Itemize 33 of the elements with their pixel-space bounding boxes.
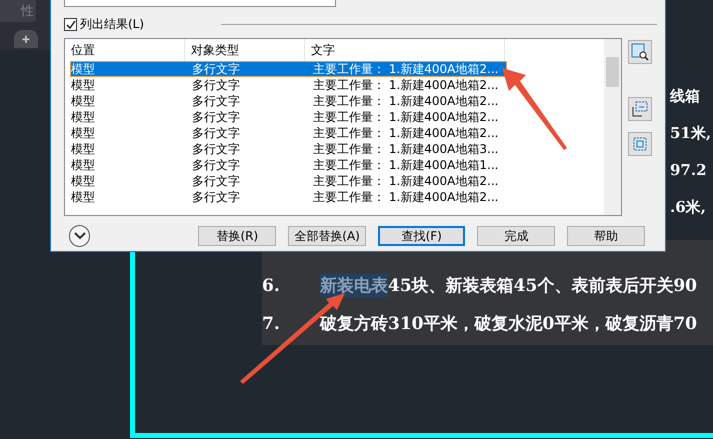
scrollbar[interactable] (604, 39, 621, 215)
line-number: 7. (262, 314, 281, 334)
drawing-text: 45块、新装表箱45个、表前表后开关90 (388, 275, 697, 297)
line-number: 6. (262, 276, 281, 296)
result-row[interactable]: 模型 多行文字 主要工作量： 1.新建400A地箱1... (70, 157, 507, 173)
dialog-button[interactable]: 全部替换(A) (288, 226, 366, 246)
drawing-text: 线箱 (670, 86, 701, 107)
select-objects-icon[interactable] (628, 97, 652, 121)
result-row[interactable]: 模型 多行文字 主要工作量： 1.新建400A地箱2... (70, 93, 507, 109)
result-row[interactable]: 模型 多行文字 主要工作量： 1.新建400A地箱3... (70, 141, 507, 157)
zoom-to-icon[interactable] (628, 40, 652, 64)
result-row[interactable]: 模型 多行文字 主要工作量： 1.新建400A地箱2... (70, 189, 507, 205)
result-row[interactable]: 模型 多行文字 主要工作量： 1.新建400A地箱2... (70, 77, 507, 93)
expand-button[interactable] (69, 225, 90, 247)
result-row[interactable]: 模型 多行文字 主要工作量： 1.新建400A地箱2... (70, 109, 507, 125)
dialog-button[interactable]: 完成 (477, 226, 556, 246)
drawing-text: 97.2 (670, 160, 708, 181)
search-dropdown[interactable] (64, 0, 336, 7)
result-row[interactable]: 模型 多行文字 主要工作量： 1.新建400A地箱2... (70, 173, 507, 189)
chevron-down-icon (74, 232, 86, 240)
checkbox-label: 列出结果(L) (80, 16, 144, 33)
result-row[interactable]: 模型 多行文字 主要工作量： 1.新建400A地箱2... (70, 125, 507, 141)
new-tab-button[interactable]: + (14, 30, 38, 48)
dialog-button[interactable]: 查找(F) (378, 226, 466, 246)
drawing-text: 51米, (670, 123, 712, 144)
drawing-text: 破复方砖310平米，破复水泥0平米，破复沥青70 (320, 313, 697, 335)
dialog-button[interactable]: 替换(R) (198, 226, 276, 246)
list-results-checkbox[interactable] (64, 18, 77, 31)
dialog-button[interactable]: 帮助 (567, 226, 646, 246)
result-row[interactable]: 模型 多行文字 主要工作量： 1.新建400A地箱2... (70, 61, 507, 77)
highlighted-text: 新装电表 (320, 274, 388, 297)
drawing-text: .6米, (670, 197, 707, 218)
select-all-icon[interactable] (628, 132, 652, 156)
